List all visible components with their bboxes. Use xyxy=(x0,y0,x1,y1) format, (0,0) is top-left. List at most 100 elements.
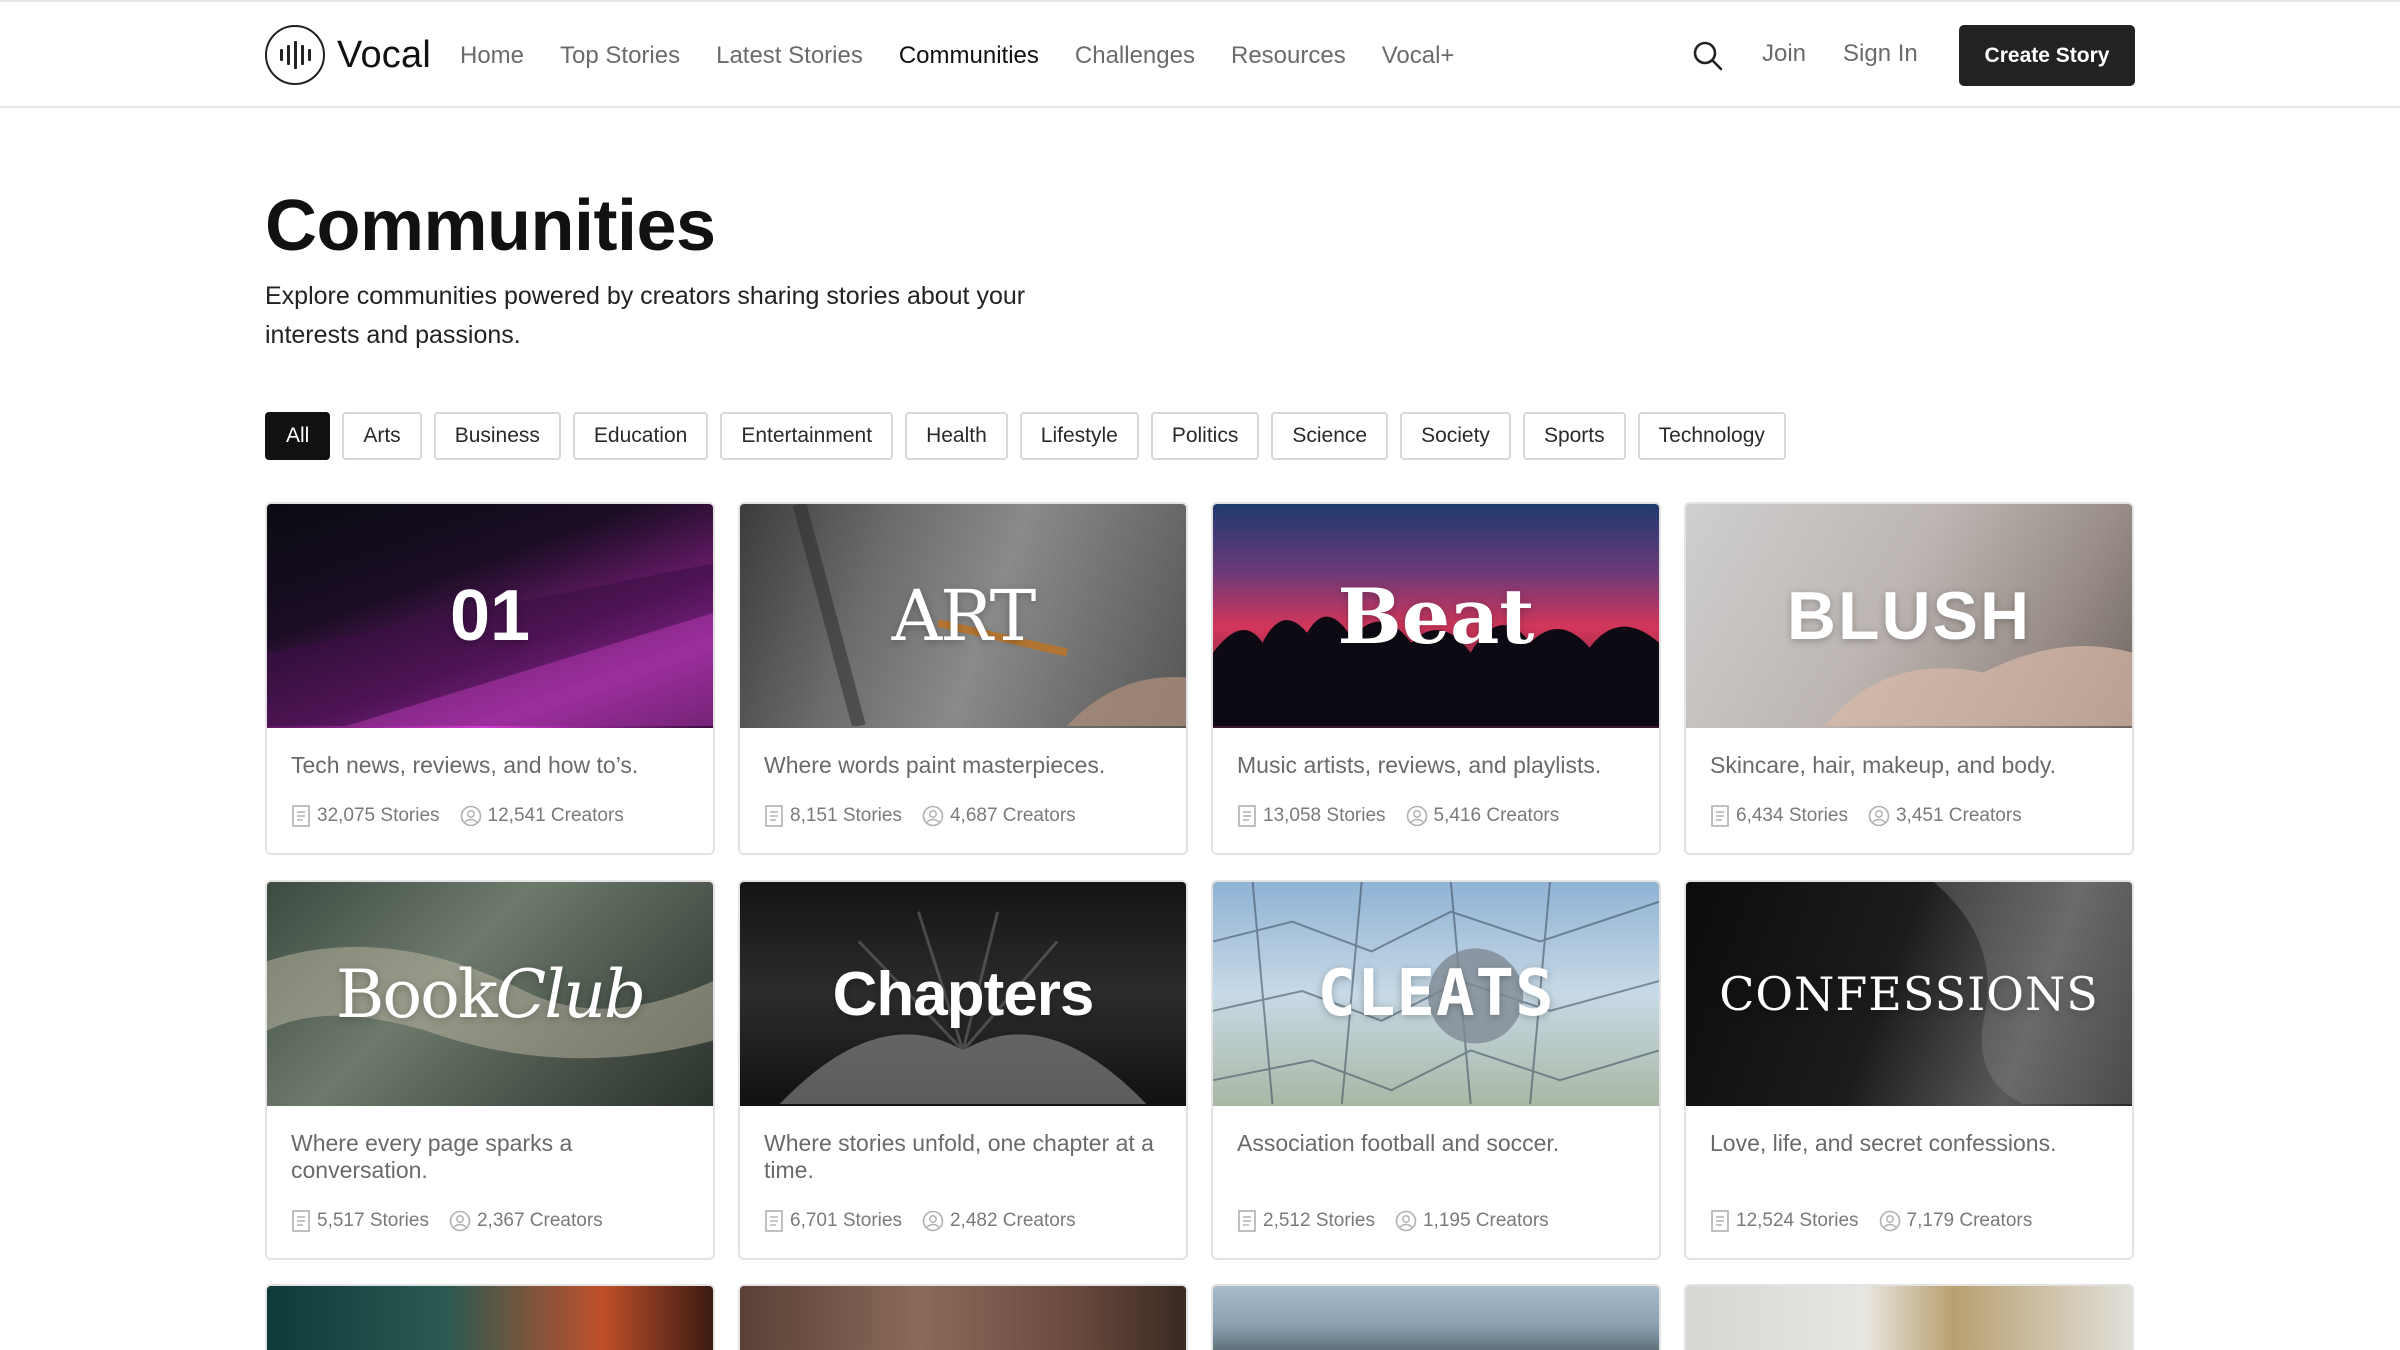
join-link[interactable]: Join xyxy=(1762,40,1806,68)
site-header: Vocal Home Top Stories Latest Stories Co… xyxy=(0,0,2400,108)
community-image-blush: BLUSH xyxy=(1686,504,2132,728)
community-description: Where every page sparks a conversation. xyxy=(291,1130,573,1183)
filter-business[interactable]: Business xyxy=(433,412,561,460)
community-image-confessions: CONFESSIONS xyxy=(1686,882,2132,1106)
community-wordmark: CONFESSIONS xyxy=(1719,967,2099,1021)
vocal-logo-icon xyxy=(265,25,325,85)
community-card-row3-4[interactable] xyxy=(1684,1284,2134,1350)
community-image xyxy=(1213,1286,1659,1350)
filter-politics[interactable]: Politics xyxy=(1150,412,1260,460)
community-stats: 8,151 Stories 4,687 Creators xyxy=(764,805,1096,827)
stories-icon xyxy=(292,1210,310,1232)
stories-count: 13,058 Stories xyxy=(1263,805,1386,826)
community-stats: 6,434 Stories 3,451 Creators xyxy=(1710,805,2042,827)
community-wordmark: BLUSH xyxy=(1786,578,2032,654)
stories-icon xyxy=(765,805,783,827)
stories-icon xyxy=(1238,1210,1256,1232)
page-description: Explore communities powered by creators … xyxy=(265,282,1026,349)
creators-icon xyxy=(922,805,944,827)
community-card-beat[interactable]: Beat Music artists, reviews, and playlis… xyxy=(1211,502,1661,855)
creators-count: 3,451 Creators xyxy=(1895,805,2022,826)
nav-resources[interactable]: Resources xyxy=(1231,42,1346,70)
nav-home[interactable]: Home xyxy=(460,42,524,70)
community-image-bookclub: BookClub xyxy=(267,882,713,1106)
community-stats: 6,701 Stories 2,482 Creators xyxy=(764,1210,1096,1232)
wordmark-book: Book xyxy=(335,955,498,1033)
community-image-chapters: Chapters xyxy=(740,882,1186,1106)
community-description: Skincare, hair, makeup, and body. xyxy=(1710,752,2057,778)
community-card-01[interactable]: 01 Tech news, reviews, and how to’s. 32,… xyxy=(265,502,715,855)
community-description: Association football and soccer. xyxy=(1237,1130,1560,1156)
stories-icon xyxy=(765,1210,783,1232)
category-filters: All Arts Business Education Entertainmen… xyxy=(265,412,1786,460)
stories-icon xyxy=(1711,1210,1729,1232)
community-description: Where stories unfold, one chapter at a t… xyxy=(764,1130,1154,1183)
filter-entertainment[interactable]: Entertainment xyxy=(720,412,894,460)
nav-top-stories[interactable]: Top Stories xyxy=(560,42,680,70)
creators-icon xyxy=(1406,805,1427,827)
creators-count: 1,195 Creators xyxy=(1422,1210,1549,1231)
creators-count: 7,179 Creators xyxy=(1906,1210,2033,1231)
filter-education[interactable]: Education xyxy=(572,412,709,460)
page-title: Communities xyxy=(265,186,716,266)
community-image-cleats: CLEATS xyxy=(1213,882,1659,1106)
vocal-logo[interactable]: Vocal xyxy=(265,24,431,86)
main-nav: Home Top Stories Latest Stories Communit… xyxy=(460,2,1454,110)
stories-count: 32,075 Stories xyxy=(317,805,440,826)
community-description: Where words paint masterpieces. xyxy=(764,752,1106,778)
community-image-01: 01 xyxy=(267,504,713,728)
filter-sports[interactable]: Sports xyxy=(1522,412,1626,460)
community-card-row3-2[interactable] xyxy=(738,1284,1188,1350)
search-icon[interactable] xyxy=(1692,40,1724,72)
community-wordmark: 01 xyxy=(449,576,531,656)
creators-icon xyxy=(1868,805,1890,827)
community-card-row3-1[interactable] xyxy=(265,1284,715,1350)
filter-arts[interactable]: Arts xyxy=(342,412,422,460)
filter-health[interactable]: Health xyxy=(905,412,1008,460)
community-wordmark: Beat xyxy=(1337,571,1535,661)
community-stats: 5,517 Stories 2,367 Creators xyxy=(291,1210,623,1232)
community-description: Love, life, and secret confessions. xyxy=(1710,1130,2057,1156)
creators-count: 5,416 Creators xyxy=(1433,805,1560,826)
community-card-confessions[interactable]: CONFESSIONS Love, life, and secret confe… xyxy=(1684,880,2134,1260)
nav-communities[interactable]: Communities xyxy=(899,42,1039,70)
community-stats: 13,058 Stories 5,416 Creators xyxy=(1237,805,1579,827)
stories-count: 12,524 Stories xyxy=(1736,1210,1859,1231)
creators-count: 2,482 Creators xyxy=(949,1210,1076,1231)
creators-icon xyxy=(449,1210,471,1232)
nav-challenges[interactable]: Challenges xyxy=(1075,42,1195,70)
community-card-cleats[interactable]: CLEATS Association football and soccer. … xyxy=(1211,880,1661,1260)
filter-all[interactable]: All xyxy=(265,412,331,460)
creators-icon xyxy=(1395,1210,1417,1232)
creators-icon xyxy=(460,805,481,827)
nav-latest-stories[interactable]: Latest Stories xyxy=(716,42,863,70)
creators-count: 4,687 Creators xyxy=(949,805,1076,826)
community-stats: 2,512 Stories 1,195 Creators xyxy=(1237,1210,1569,1232)
create-story-button[interactable]: Create Story xyxy=(1959,25,2135,86)
nav-vocal-plus[interactable]: Vocal+ xyxy=(1382,42,1455,70)
filter-science[interactable]: Science xyxy=(1271,412,1389,460)
community-image xyxy=(1686,1286,2132,1350)
creators-icon xyxy=(922,1210,944,1232)
community-stats: 12,524 Stories 7,179 Creators xyxy=(1710,1210,2052,1232)
filter-society[interactable]: Society xyxy=(1400,412,1511,460)
sign-in-link[interactable]: Sign In xyxy=(1843,40,1918,68)
filter-lifestyle[interactable]: Lifestyle xyxy=(1019,412,1139,460)
community-card-blush[interactable]: BLUSH Skincare, hair, makeup, and body. … xyxy=(1684,502,2134,855)
community-card-bookclub[interactable]: BookClub Where every page sparks a conve… xyxy=(265,880,715,1260)
logo-text: Vocal xyxy=(337,33,431,76)
community-card-art[interactable]: ART Where words paint masterpieces. 8,15… xyxy=(738,502,1188,855)
stories-icon xyxy=(1238,805,1256,827)
filter-technology[interactable]: Technology xyxy=(1637,412,1786,460)
community-card-chapters[interactable]: Chapters Where stories unfold, one chapt… xyxy=(738,880,1188,1260)
community-description: Music artists, reviews, and playlists. xyxy=(1237,752,1602,778)
creators-icon xyxy=(1879,1210,1900,1232)
stories-count: 8,151 Stories xyxy=(790,805,902,826)
stories-count: 6,434 Stories xyxy=(1736,805,1848,826)
community-wordmark: Chapters xyxy=(832,959,1095,1029)
wordmark-club: Club xyxy=(495,955,646,1033)
community-card-row3-3[interactable] xyxy=(1211,1284,1661,1350)
stories-icon xyxy=(292,805,310,827)
creators-count: 2,367 Creators xyxy=(476,1210,603,1231)
community-description: Tech news, reviews, and how to’s. xyxy=(291,752,639,778)
